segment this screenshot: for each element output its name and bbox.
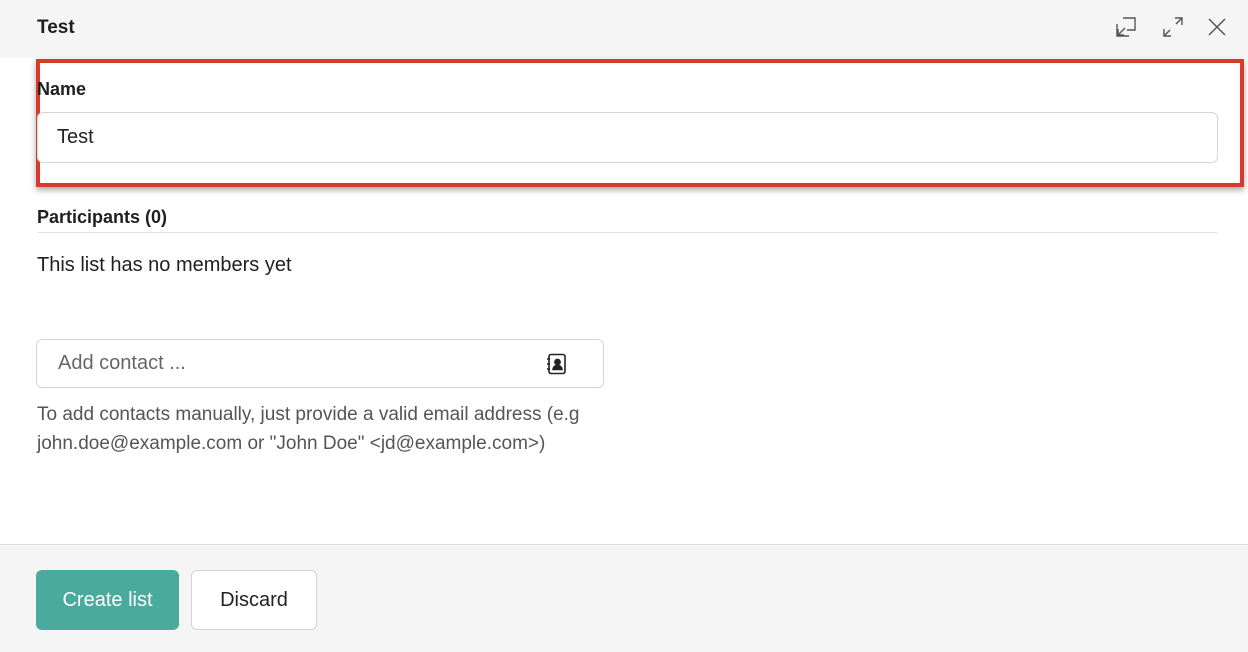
close-icon[interactable] (1204, 14, 1230, 40)
add-contact-field[interactable] (36, 339, 604, 388)
create-list-button[interactable]: Create list (36, 570, 179, 630)
discard-button[interactable]: Discard (191, 570, 317, 630)
empty-members-message: This list has no members yet (37, 254, 292, 276)
add-contact-input[interactable] (38, 341, 518, 386)
expand-icon[interactable] (1160, 14, 1186, 40)
dialog-header: Test (0, 0, 1248, 58)
help-text: To add contacts manually, just provide a… (37, 404, 580, 454)
dialog-title: Test (37, 17, 75, 38)
divider (37, 232, 1218, 233)
name-label: Name (37, 79, 87, 99)
dialog-footer (0, 544, 1248, 652)
minimize-to-corner-icon[interactable] (1113, 14, 1139, 40)
address-book-icon[interactable] (545, 352, 569, 376)
participants-heading: Participants (0) (37, 207, 168, 227)
name-input[interactable] (37, 112, 1218, 163)
